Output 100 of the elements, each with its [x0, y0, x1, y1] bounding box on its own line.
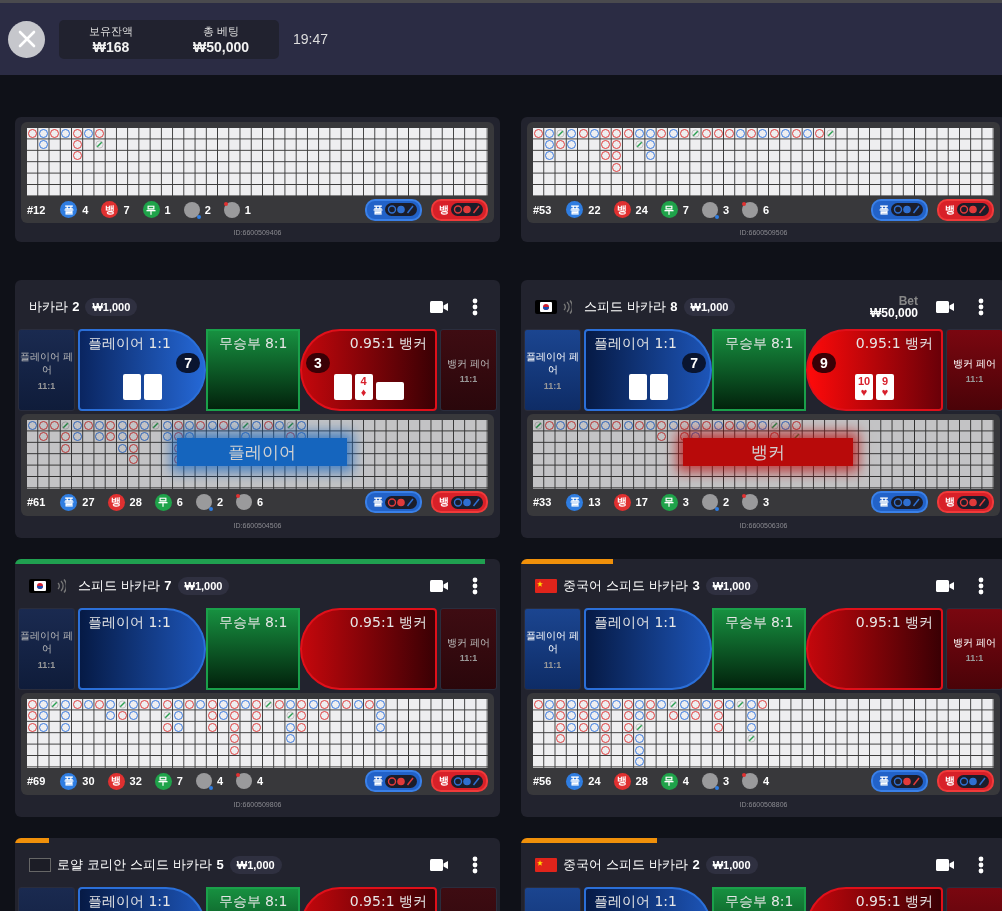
- player-prediction-button[interactable]: 플: [871, 491, 928, 514]
- more-icon[interactable]: [472, 577, 478, 596]
- round-number: #61: [27, 496, 46, 509]
- score-badge: 9: [812, 353, 836, 374]
- banker-prediction-button[interactable]: 뱅: [431, 770, 488, 793]
- round-number: #53: [533, 203, 552, 216]
- video-camera-icon[interactable]: [936, 580, 954, 593]
- video-camera-icon[interactable]: [936, 859, 954, 872]
- tie-bet[interactable]: 무승부 8:1: [206, 887, 300, 911]
- playing-card: 10 ♥: [855, 374, 873, 401]
- tie-bet[interactable]: 무승부 8:1: [206, 608, 300, 691]
- banker-prediction-button[interactable]: 뱅: [937, 770, 994, 793]
- total-bet-label: 총 베팅: [202, 23, 240, 39]
- player-bet[interactable]: 플레이어 1:1: [78, 608, 206, 691]
- count-text: 1: [244, 203, 251, 216]
- count-text: 3: [682, 496, 689, 509]
- player-pair-bet[interactable]: 플레이어 페어 11:1: [18, 329, 75, 412]
- count-text: 27: [82, 496, 95, 509]
- prediction-icon: [957, 774, 989, 788]
- clock-time: 19:47: [293, 31, 329, 47]
- round-number: #33: [533, 496, 552, 509]
- banker-pair-bet[interactable]: 뱅커 페어 11:1: [440, 608, 497, 691]
- count-text: 2: [723, 496, 730, 509]
- tie-badge: 무: [142, 201, 160, 219]
- table-title: 중국어 스피드 바카라 3: [563, 577, 700, 596]
- player-bet[interactable]: 플레이어 1:1: [584, 608, 712, 691]
- prediction-icon: [451, 203, 483, 217]
- banker-bet[interactable]: 0.95:1 뱅커 9 10 ♥ 9 ♥: [806, 329, 943, 412]
- player-prediction-button[interactable]: 플: [365, 491, 422, 514]
- banker-pair-bet[interactable]: 뱅커 페어 11:1: [440, 329, 497, 412]
- banker-bet[interactable]: 0.95:1 뱅커 3 4 ♦: [300, 329, 437, 412]
- bet-limit: ₩1,000: [229, 856, 282, 875]
- count-text: 30: [82, 775, 95, 788]
- video-camera-icon[interactable]: [430, 859, 448, 872]
- banker-badge: 뱅: [107, 772, 125, 790]
- bet-limit: ₩1,000: [705, 856, 758, 875]
- player-pair-bet[interactable]: 플레이어 페어 11:1: [18, 608, 75, 691]
- tie-bet[interactable]: 무승부 8:1: [206, 329, 300, 412]
- prediction-icon: [385, 495, 417, 509]
- tie-bet[interactable]: 무승부 8:1: [712, 329, 806, 412]
- player-badge: 플: [566, 201, 584, 219]
- player-prediction-button[interactable]: 플: [871, 198, 928, 221]
- prediction-icon: [451, 774, 483, 788]
- bet-limit: ₩1,000: [683, 298, 736, 317]
- banker-pair-bet[interactable]: 뱅커 페어 11:1: [946, 329, 1002, 412]
- banker-prediction-button[interactable]: 뱅: [431, 198, 488, 221]
- video-camera-icon[interactable]: [430, 580, 448, 593]
- count-text: 6: [257, 496, 264, 509]
- result-banner: 뱅커: [683, 438, 853, 467]
- score-badge: 7: [176, 353, 200, 374]
- player-badge: 플: [566, 772, 584, 790]
- tie-badge: 무: [660, 493, 678, 511]
- count-text: 32: [129, 775, 142, 788]
- total-bet-value: ₩50,000: [192, 38, 249, 55]
- player-bet[interactable]: 플레이어 1:1 7: [584, 329, 712, 412]
- result-banner: 플레이어: [177, 438, 347, 467]
- count-text: 3: [723, 203, 730, 216]
- count-text: 2: [204, 203, 211, 216]
- more-icon[interactable]: [978, 856, 984, 875]
- more-icon[interactable]: [472, 298, 478, 317]
- more-icon[interactable]: [978, 298, 984, 317]
- count-text: 7: [682, 203, 689, 216]
- count-text: 3: [763, 496, 770, 509]
- banker-bet[interactable]: 0.95:1 뱅커: [806, 608, 943, 691]
- player-pair-bet[interactable]: 플레이어 페어 11:1: [524, 329, 581, 412]
- banker-prediction-button[interactable]: 뱅: [937, 198, 994, 221]
- playing-card: 4 ♦: [354, 374, 373, 401]
- round-number: #56: [533, 775, 552, 788]
- round-number: #69: [27, 775, 46, 788]
- score-badge: 3: [306, 353, 330, 374]
- tie-bet[interactable]: 무승부 8:1: [712, 608, 806, 691]
- banker-prediction-button[interactable]: 뱅: [431, 491, 488, 514]
- video-camera-icon[interactable]: [430, 301, 448, 314]
- player-bet[interactable]: 플레이어 1:1 7: [78, 329, 206, 412]
- tie-bet[interactable]: 무승부 8:1: [712, 887, 806, 911]
- count-text: 13: [588, 496, 601, 509]
- player-prediction-button[interactable]: 플: [871, 770, 928, 793]
- video-camera-icon[interactable]: [936, 301, 954, 314]
- more-icon[interactable]: [472, 856, 478, 875]
- table-title: 중국어 스피드 바카라 2: [563, 856, 700, 875]
- count-text: 2: [217, 496, 224, 509]
- close-button[interactable]: [8, 20, 45, 58]
- player-prediction-button[interactable]: 플: [365, 770, 422, 793]
- banker-bet[interactable]: 0.95:1 뱅커: [300, 608, 437, 691]
- player-prediction-button[interactable]: 플: [365, 198, 422, 221]
- more-icon[interactable]: [978, 577, 984, 596]
- banker-pair-bet[interactable]: 뱅커 페어 11:1: [946, 608, 1002, 691]
- round-number: #12: [27, 203, 46, 216]
- banker-badge: 뱅: [613, 493, 631, 511]
- prediction-icon: [385, 203, 417, 217]
- player-pair-bet[interactable]: 플레이어 페어 11:1: [524, 608, 581, 691]
- banker-badge: 뱅: [613, 772, 631, 790]
- count-text: 4: [763, 775, 770, 788]
- count-text: 1: [164, 203, 171, 216]
- banker-prediction-button[interactable]: 뱅: [937, 491, 994, 514]
- table-title: 스피드 바카라 8: [584, 298, 678, 317]
- balance-value: ₩168: [92, 38, 130, 55]
- count-text: 17: [635, 496, 648, 509]
- tie-badge: 무: [154, 772, 172, 790]
- count-text: 24: [635, 203, 648, 216]
